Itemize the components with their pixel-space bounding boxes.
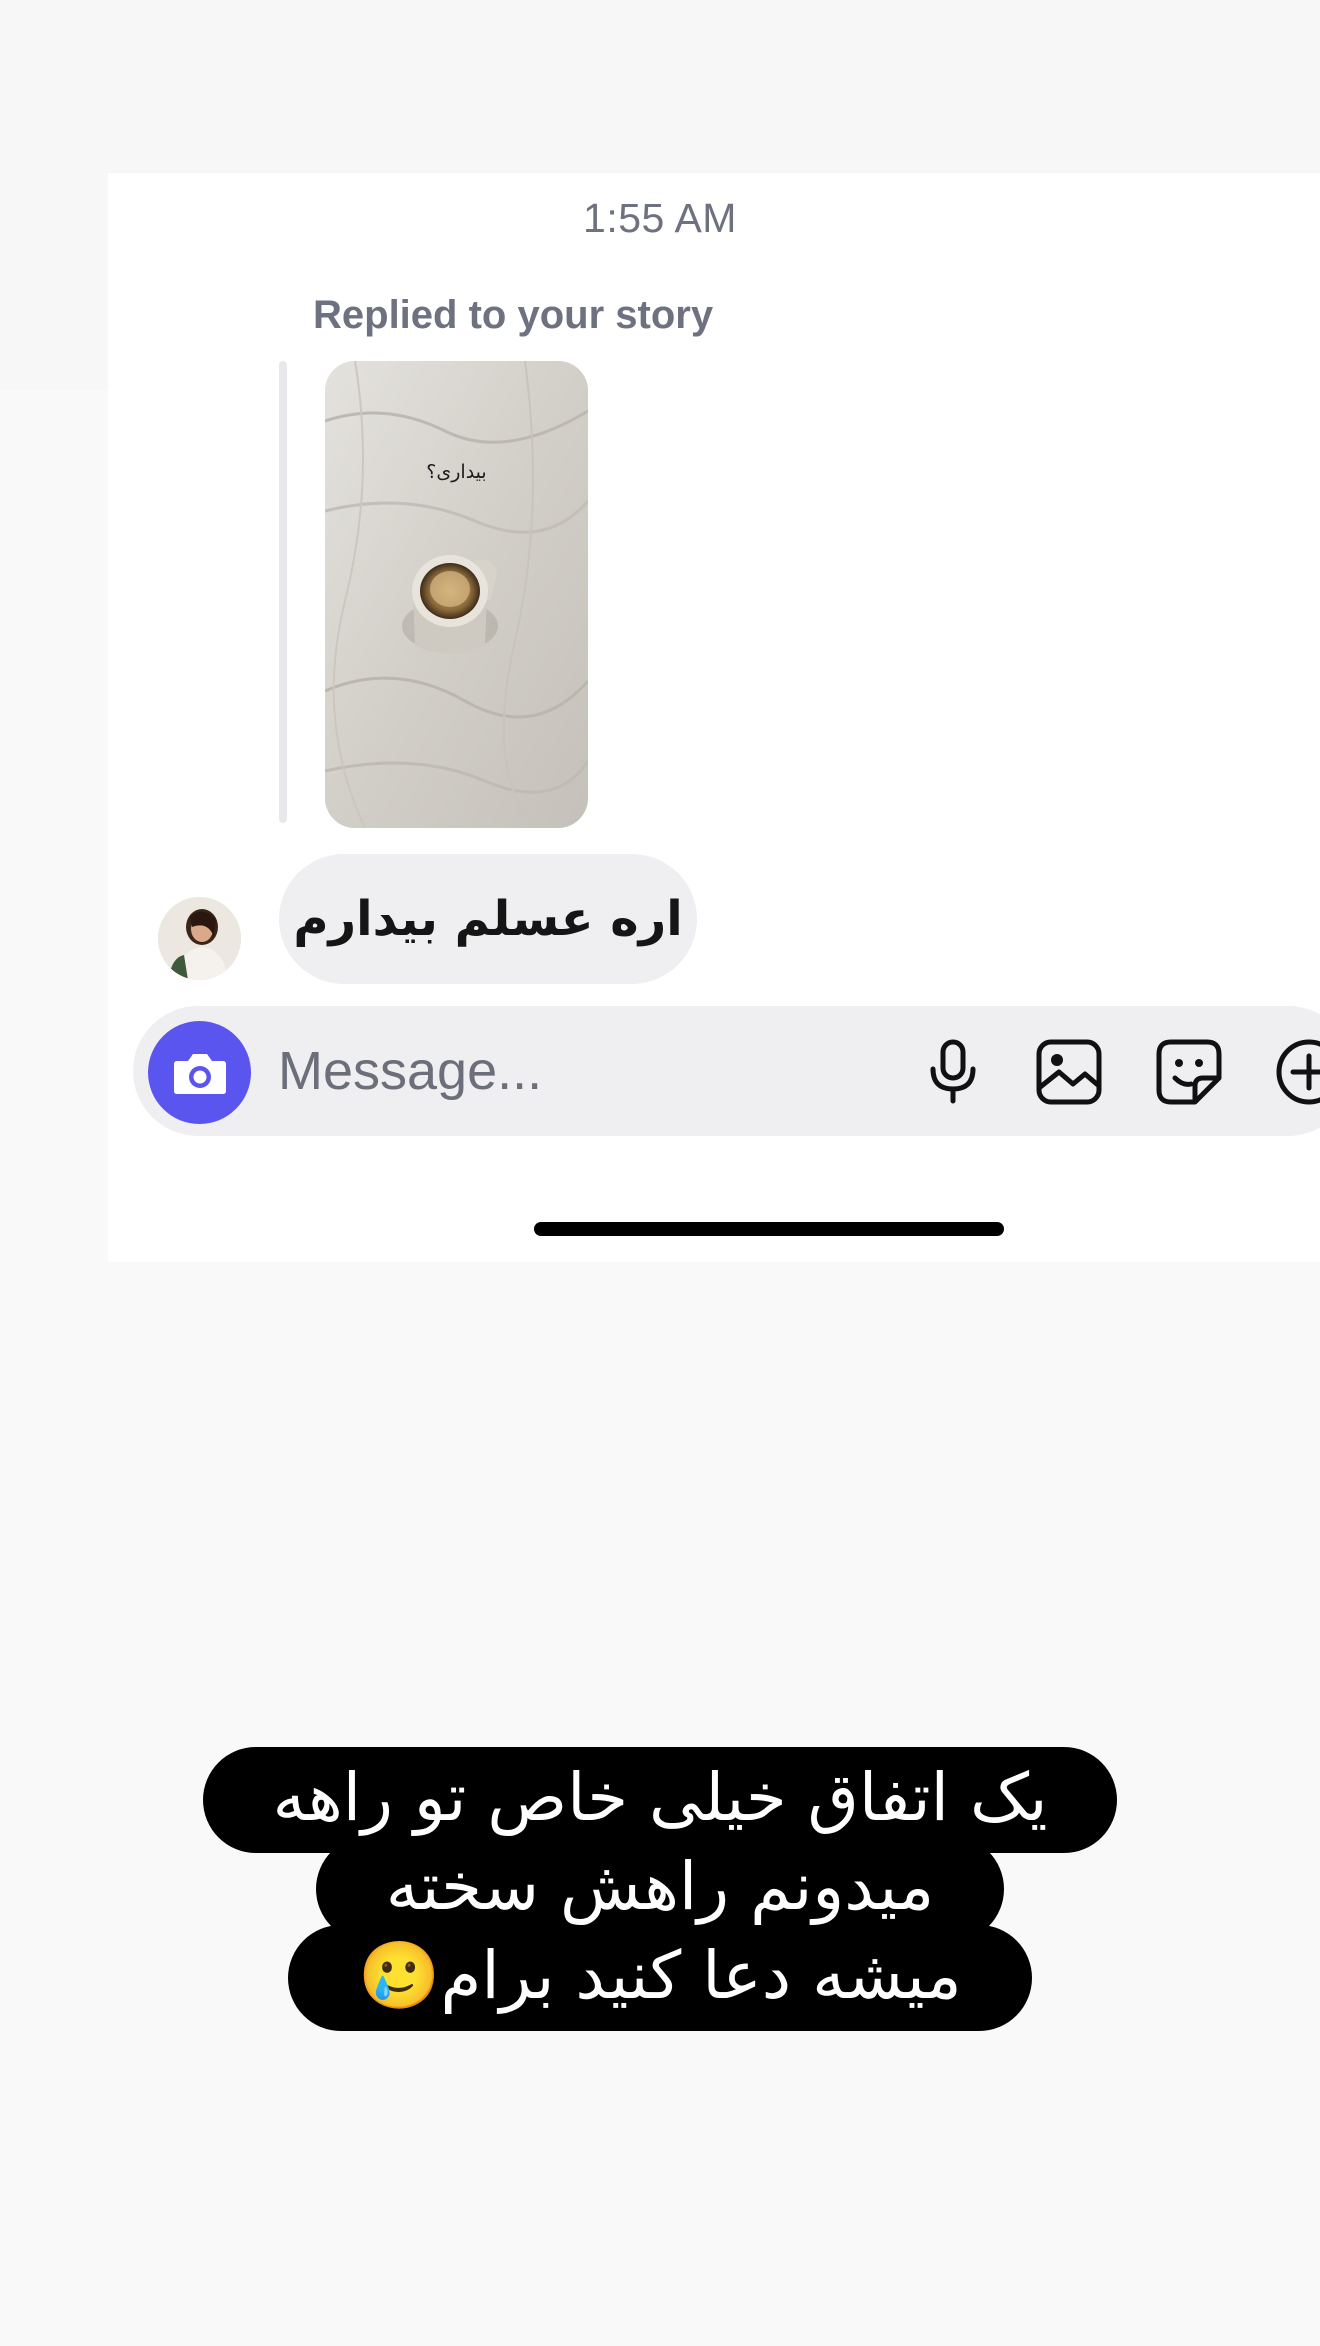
story-reply-label: Replied to your story (313, 293, 714, 337)
microphone-icon (930, 1039, 976, 1104)
message-input[interactable] (278, 1031, 698, 1111)
overlay-line-3: میشه دعا کنید برام🥲 (288, 1925, 1032, 2031)
sticker-icon (1156, 1039, 1222, 1105)
camera-icon (173, 1053, 226, 1094)
home-indicator (534, 1222, 1004, 1236)
received-message-bubble[interactable]: اره عسلم بیدارم (279, 854, 697, 984)
story-overlay-text: یک اتفاق خیلی خاص تو راهه میدونم راهش سخ… (0, 1747, 1320, 2031)
message-timestamp: 1:55 AM (583, 195, 737, 241)
avatar[interactable] (158, 897, 241, 980)
camera-button[interactable] (148, 1021, 251, 1124)
plus-icon (1276, 1039, 1320, 1105)
microphone-button[interactable] (916, 1035, 990, 1109)
story-caption: بیداری؟ (426, 461, 487, 483)
chat-screenshot-card: 1:55 AM Replied to your story بیداری؟ ار… (108, 173, 1320, 1262)
reply-quote-bar (279, 361, 287, 823)
image-icon (1036, 1039, 1102, 1105)
gallery-button[interactable] (1032, 1035, 1106, 1109)
avatar-image (158, 897, 241, 980)
story-thumbnail[interactable]: بیداری؟ (325, 361, 588, 828)
story-image (325, 361, 588, 828)
add-button[interactable] (1272, 1035, 1320, 1109)
sticker-button[interactable] (1152, 1035, 1226, 1109)
